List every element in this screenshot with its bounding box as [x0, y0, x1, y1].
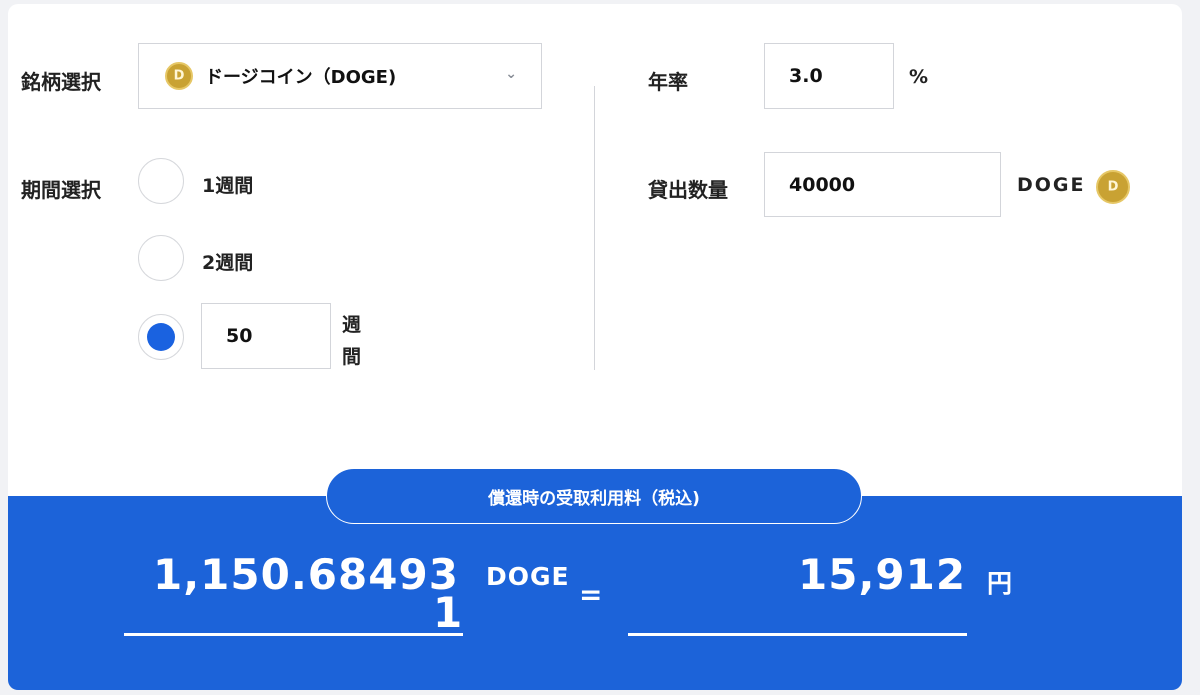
doge-result-underline: [124, 633, 463, 636]
lending-amount-value: 40000: [789, 173, 856, 196]
period-weeks-unit-1: 週: [342, 314, 362, 336]
period-select-label: 期間選択: [21, 178, 101, 202]
period-option-2weeks-label: 2週間: [202, 252, 254, 274]
yen-result-unit: 円: [987, 569, 1013, 598]
equals-sign: =: [579, 578, 603, 611]
lending-amount-input[interactable]: 40000: [764, 152, 1001, 217]
doge-result-overflow-digit: 1: [433, 588, 464, 637]
doge-result-unit: DOGE: [486, 562, 570, 591]
annual-rate-input[interactable]: 3.0: [764, 43, 894, 109]
doge-result-value: 1,150.68493: [153, 550, 459, 599]
period-weeks-value: 50: [226, 325, 253, 347]
coin-select-value: ドージコイン（DOGE): [205, 67, 397, 88]
yen-result-underline: [628, 633, 967, 636]
coin-select-label: 銘柄選択: [21, 70, 101, 94]
result-title: 償還時の受取利用料（税込): [488, 488, 700, 509]
annual-rate-unit: %: [909, 66, 929, 88]
annual-rate-label: 年率: [648, 70, 688, 94]
lending-amount-label: 貸出数量: [648, 178, 728, 202]
annual-rate-value: 3.0: [789, 65, 823, 87]
yen-result-value: 15,912: [798, 550, 967, 599]
coin-select-dropdown[interactable]: ドージコイン（DOGE) ⌄: [138, 43, 542, 109]
period-radio-2weeks[interactable]: [138, 235, 184, 281]
period-radio-1week[interactable]: [138, 158, 184, 204]
doge-coin-icon: [1096, 170, 1130, 204]
column-divider: [594, 86, 595, 370]
period-weeks-unit-2: 間: [342, 346, 362, 368]
lending-simulator-card: 銘柄選択 ドージコイン（DOGE) ⌄ 期間選択 1週間 2週間 50 週 間 …: [8, 4, 1182, 690]
period-radio-custom[interactable]: [138, 314, 184, 360]
lending-amount-unit: DOGE: [1017, 174, 1086, 196]
period-weeks-input[interactable]: 50: [201, 303, 331, 369]
chevron-down-icon: ⌄: [505, 66, 517, 82]
period-option-1week-label: 1週間: [202, 175, 254, 197]
doge-coin-icon: [165, 62, 193, 90]
result-title-pill: 償還時の受取利用料（税込): [326, 468, 862, 524]
